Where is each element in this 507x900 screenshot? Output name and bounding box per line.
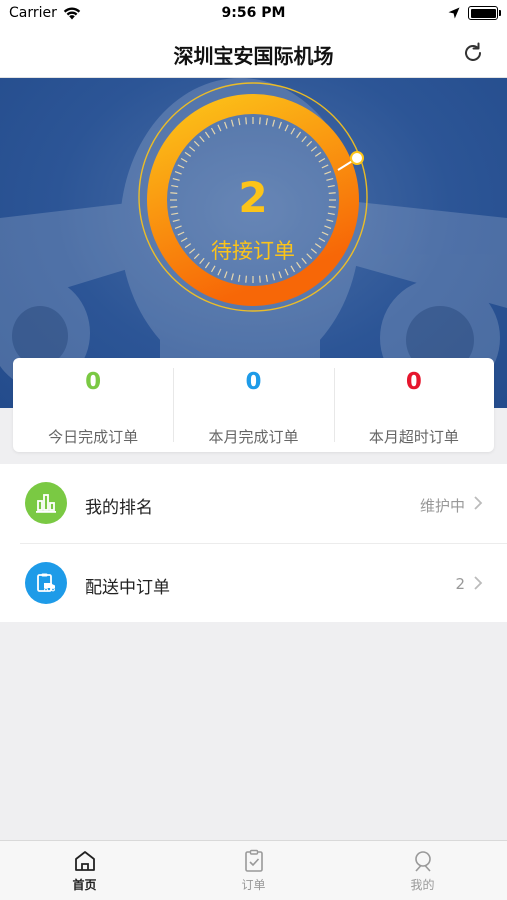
menu-list: 我的排名 维护中 配送中订单 2 xyxy=(0,464,507,622)
gauge-tick xyxy=(230,119,234,127)
menu-item-status: 维护中 xyxy=(419,497,465,515)
gauge-tick xyxy=(290,127,296,135)
delivery-icon xyxy=(25,562,67,604)
stat-value: 0 xyxy=(405,369,422,395)
gauge-tick xyxy=(189,146,196,152)
home-icon xyxy=(74,851,95,871)
gauge-tick xyxy=(290,265,296,273)
stat-label: 本月完成订单 xyxy=(208,428,299,446)
pending-count: 2 xyxy=(238,173,268,222)
clipboard-check-icon xyxy=(244,849,263,872)
location-arrow-icon xyxy=(448,7,460,19)
gauge-tick xyxy=(259,275,261,283)
gauge-tick xyxy=(272,119,276,127)
gauge-tick xyxy=(278,271,282,279)
refresh-icon[interactable] xyxy=(461,41,485,65)
gauge-tick xyxy=(174,225,182,229)
chevron-right-icon xyxy=(474,576,483,590)
gauge-tick xyxy=(324,225,332,229)
status-bar: Carrier 9:56 PM xyxy=(0,0,507,28)
gauge-tick xyxy=(245,117,247,125)
gauge-tick xyxy=(210,127,216,135)
gauge-tick xyxy=(296,131,302,139)
stat-label: 本月超时订单 xyxy=(368,428,459,446)
gauge-tick xyxy=(272,273,276,281)
gauge-tick xyxy=(230,273,234,281)
gauge-tick xyxy=(184,151,192,157)
gauge-tick xyxy=(301,136,307,143)
gauge-tick xyxy=(210,265,216,273)
gauge-tick xyxy=(321,164,329,169)
page-title: 深圳宝安国际机场 xyxy=(173,44,334,68)
menu-item-label: 配送中订单 xyxy=(85,578,170,598)
gauge-tick xyxy=(193,140,200,147)
gauge-tick xyxy=(314,151,322,157)
tab-bar: 首页 订单 我的 xyxy=(0,840,507,900)
gauge-tick xyxy=(177,164,185,169)
gauge-tick xyxy=(310,146,317,152)
gauge-tick xyxy=(224,271,228,279)
gauge-tick xyxy=(318,157,326,163)
gauge-tick xyxy=(199,136,205,143)
chevron-right-icon xyxy=(474,496,483,510)
status-right xyxy=(448,6,501,20)
menu-item-ranking[interactable]: 我的排名 维护中 xyxy=(0,464,507,543)
gauge-tick xyxy=(204,131,210,139)
tab-label: 我的 xyxy=(410,878,435,892)
tab-label: 订单 xyxy=(241,878,266,892)
stat-value: 0 xyxy=(85,369,102,395)
nav-bar: 深圳宝安国际机场 xyxy=(0,28,507,78)
gauge-tick xyxy=(217,268,222,276)
tab-orders[interactable]: 订单 xyxy=(169,841,338,900)
gauge-tick xyxy=(224,121,228,129)
battery-icon xyxy=(468,6,501,20)
menu-item-count: 2 xyxy=(455,575,465,593)
gauge-tick xyxy=(278,121,282,129)
user-icon xyxy=(414,851,431,872)
stat-value: 0 xyxy=(245,369,262,395)
gauge-tick xyxy=(284,268,289,276)
gauge-tick xyxy=(265,118,269,126)
gauge-tick xyxy=(306,140,313,147)
gauge-tick xyxy=(259,117,261,125)
menu-item-delivering-orders[interactable]: 配送中订单 2 xyxy=(20,543,507,622)
tab-home[interactable]: 首页 xyxy=(0,841,169,900)
status-time: 9:56 PM xyxy=(221,5,286,21)
stat-today-completed[interactable]: 0 今日完成订单 xyxy=(13,358,173,452)
gauge-tick xyxy=(245,275,247,283)
stat-label: 今日完成订单 xyxy=(48,428,139,446)
stat-month-completed[interactable]: 0 本月完成订单 xyxy=(173,358,333,452)
gauge-tick xyxy=(237,118,241,126)
gauge-tick xyxy=(237,274,241,282)
bar-chart-icon xyxy=(25,482,67,524)
gauge-tick xyxy=(265,274,269,282)
gauge-tick xyxy=(217,124,222,132)
gauge-tick xyxy=(180,157,188,163)
pending-label[interactable]: 待接订单 xyxy=(153,235,353,265)
stat-month-overdue[interactable]: 0 本月超时订单 xyxy=(333,358,494,452)
menu-item-label: 我的排名 xyxy=(85,498,153,518)
gauge-tick xyxy=(284,124,289,132)
order-stats-card: 0 今日完成订单 0 本月完成订单 0 本月超时订单 xyxy=(13,358,494,452)
tab-label: 首页 xyxy=(72,878,97,892)
tab-mine[interactable]: 我的 xyxy=(338,841,507,900)
